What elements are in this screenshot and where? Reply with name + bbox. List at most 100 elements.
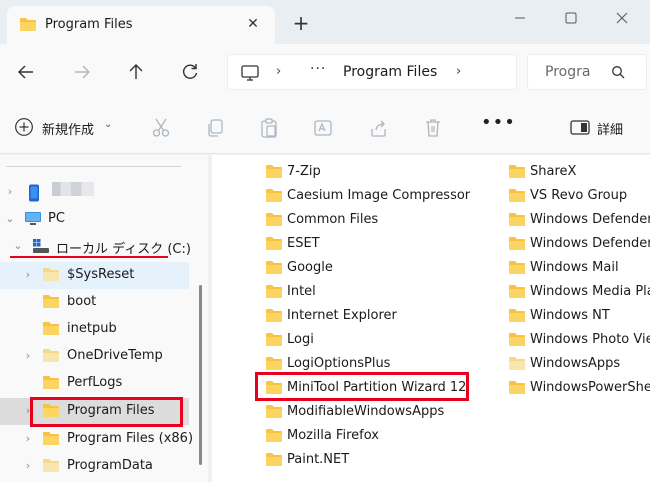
sidebar-item-onedrivetemp[interactable]: › OneDriveTemp — [0, 343, 189, 370]
item-name: ESET — [287, 236, 320, 251]
folder-icon — [265, 260, 283, 279]
chevron-right-icon[interactable]: › — [22, 432, 34, 445]
chevron-right-icon[interactable]: › — [276, 64, 281, 79]
copy-icon[interactable] — [204, 117, 226, 139]
tab-title: Program Files — [45, 17, 133, 32]
navigation-bar: › ··· Program Files › Progra — [0, 44, 650, 100]
chevron-down-icon[interactable]: ⌄ — [12, 239, 24, 252]
address-bar[interactable]: › ··· Program Files › — [227, 54, 517, 90]
new-button-label: 新規作成 — [42, 123, 95, 138]
folder-icon — [42, 458, 60, 477]
sidebar-item-sysreset[interactable]: › $SysReset — [0, 262, 189, 289]
item-name: Windows Defender Advanced Threat Protect… — [530, 236, 650, 251]
share-icon[interactable] — [368, 117, 390, 139]
close-window-button[interactable] — [607, 6, 637, 30]
sidebar-item-label: Program Files (x86) — [67, 431, 194, 446]
sidebar-scrollbar[interactable] — [199, 285, 202, 465]
folder-icon — [42, 294, 60, 313]
folder-icon — [508, 284, 526, 303]
navigation-pane: › ⌄ PC ⌄ ローカル ディスク (C:) › $SysReset boot… — [0, 155, 208, 482]
item-name: Mozilla Firefox — [287, 428, 379, 443]
item-name: ShareX — [530, 164, 577, 179]
minitool-highlight-annotation — [255, 372, 469, 401]
paste-icon[interactable] — [258, 117, 280, 139]
item-name: LogiOptionsPlus — [287, 356, 391, 371]
folder-icon — [265, 308, 283, 327]
folder-icon — [265, 404, 283, 423]
item-name: Common Files — [287, 212, 379, 227]
sidebar-item-label: $SysReset — [67, 267, 135, 282]
drive-label: ローカル ディスク (C:) — [56, 242, 191, 257]
item-name: 7-Zip — [287, 164, 321, 179]
folder-icon — [508, 212, 526, 231]
computer-icon — [24, 211, 42, 231]
back-button[interactable] — [14, 60, 38, 84]
folder-icon — [265, 284, 283, 303]
chevron-right-icon[interactable]: › — [22, 349, 34, 362]
redacted-device-name — [52, 182, 94, 196]
close-icon — [616, 12, 628, 24]
sidebar-item-boot[interactable]: boot — [0, 289, 189, 316]
breadcrumb[interactable]: Program Files — [343, 64, 437, 80]
item-name: Paint.NET — [287, 452, 350, 467]
details-pane-icon — [570, 120, 590, 140]
folder-icon — [42, 267, 60, 286]
item-name: Caesium Image Compressor — [287, 188, 471, 203]
file-list: 7-Zip Caesium Image Compressor Common Fi… — [212, 155, 650, 482]
refresh-icon — [182, 64, 198, 79]
sidebar-item-perflogs[interactable]: PerfLogs — [0, 370, 189, 397]
folder-icon — [265, 452, 283, 471]
folder-icon — [508, 332, 526, 351]
refresh-button[interactable] — [178, 60, 202, 84]
item-name: ModifiableWindowsApps — [287, 404, 445, 419]
chevron-right-icon[interactable]: › — [456, 64, 461, 79]
sidebar-item-label: boot — [67, 294, 97, 309]
sidebar-item-programdata[interactable]: › ProgramData — [0, 453, 189, 480]
folder-icon — [42, 375, 60, 394]
chevron-right-icon[interactable]: › — [22, 268, 34, 281]
folder-icon — [42, 431, 60, 450]
folder-icon — [508, 260, 526, 279]
folder-icon — [265, 428, 283, 447]
forward-arrow-icon — [75, 65, 90, 79]
chevron-down-icon[interactable]: ⌄ — [4, 212, 16, 225]
up-button[interactable] — [124, 60, 148, 84]
folder-icon — [508, 356, 526, 375]
search-input[interactable]: Progra — [527, 54, 647, 90]
folder-icon — [508, 308, 526, 327]
item-name: Windows Mail — [530, 260, 619, 275]
chevron-right-icon[interactable]: › — [4, 185, 16, 198]
sidebar-item-inetpub[interactable]: inetpub — [0, 316, 189, 343]
cut-icon[interactable] — [150, 117, 172, 139]
forward-button[interactable] — [70, 60, 94, 84]
up-arrow-icon — [129, 64, 143, 79]
pc-label: PC — [48, 211, 65, 226]
maximize-button[interactable] — [556, 6, 586, 30]
rename-icon[interactable] — [312, 117, 334, 139]
maximize-icon — [565, 12, 577, 24]
sidebar-item-pc[interactable]: ⌄ PC — [0, 206, 189, 233]
folder-icon — [265, 332, 283, 351]
sidebar-item-phone[interactable]: › — [0, 179, 189, 206]
sidebar-divider — [6, 166, 181, 167]
computer-icon — [240, 64, 260, 86]
folder-icon — [508, 236, 526, 255]
new-tab-button[interactable]: + — [289, 12, 313, 36]
sidebar-item-program-files-x86[interactable]: › Program Files (x86) — [0, 426, 193, 453]
item-name: Google — [287, 260, 333, 275]
delete-icon[interactable] — [422, 117, 444, 139]
phone-icon — [27, 184, 41, 206]
item-name: Windows Media Player — [530, 284, 650, 299]
more-options-icon[interactable]: ••• — [481, 112, 516, 133]
folder-icon — [265, 236, 283, 255]
chevron-right-icon[interactable]: › — [22, 459, 34, 472]
more-path-icon[interactable]: ··· — [310, 61, 326, 77]
item-name: WindowsApps — [530, 356, 621, 371]
minimize-button[interactable] — [505, 6, 535, 30]
item-name: WindowsPowerShell — [530, 380, 650, 395]
sidebar-item-label: OneDriveTemp — [67, 348, 163, 363]
close-tab-icon[interactable]: ✕ — [243, 14, 263, 34]
tab-program-files[interactable]: Program Files ✕ — [7, 6, 275, 44]
folder-icon — [508, 188, 526, 207]
command-bar: 新規作成 ⌄ ••• 詳細 — [0, 100, 650, 154]
